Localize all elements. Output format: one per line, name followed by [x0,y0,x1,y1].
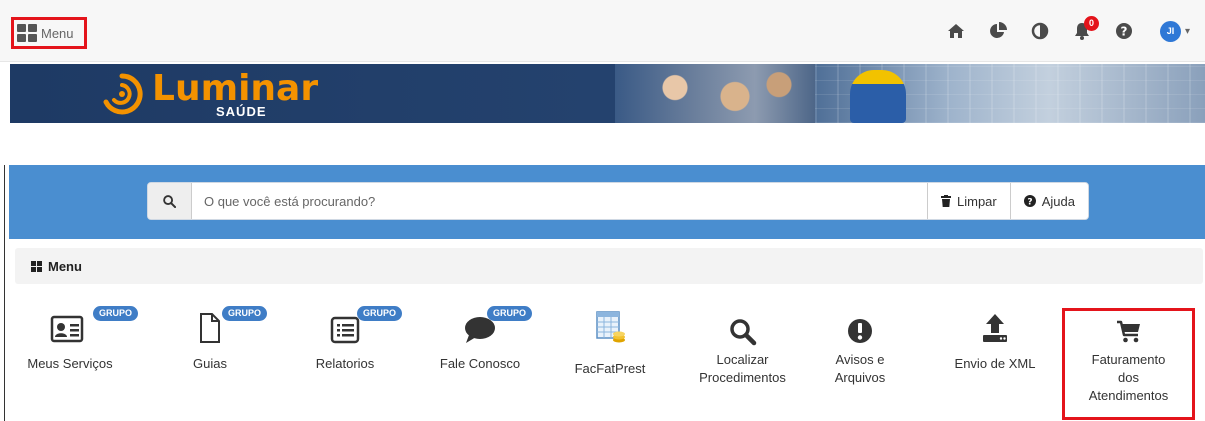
highlight-frame [1062,308,1195,420]
help-icon: ? [1116,23,1132,39]
svg-text:?: ? [1027,198,1032,208]
search-icon [729,319,756,346]
notification-count-badge: 0 [1084,16,1099,31]
banner-photo-worker [850,70,906,123]
id-card-icon [50,315,84,343]
menu-toggle-label: Menu [41,25,74,41]
home-button[interactable] [935,11,977,51]
menu-item-localizar-procedimentos[interactable]: Localizar Procedimentos [685,306,800,420]
search-bar: Limpar ? Ajuda [147,182,1089,220]
top-navbar: Menu 0 ? JI ▾ [0,0,1205,62]
menu-item-envio-de-xml[interactable]: Envio de XML [940,306,1050,420]
home-icon [948,24,964,38]
brand-logo: Luminar SAÚDE [98,68,318,120]
brand-subtitle: SAÚDE [216,104,267,119]
notifications-button[interactable]: 0 [1061,11,1103,51]
menu-section-title: Menu [48,258,82,274]
grupo-badge: GRUPO [93,306,139,321]
contrast-button[interactable] [1019,11,1061,51]
grupo-badge: GRUPO [357,306,403,321]
menu-toggle-button[interactable]: Menu [11,17,87,49]
search-input[interactable] [192,183,927,219]
menu-item-label: FacFatPrest [574,361,646,376]
banner-photo-people [615,64,815,123]
grupo-badge: GRUPO [222,306,268,321]
menu-section-header: Menu [15,248,1203,284]
contrast-icon [1031,22,1049,40]
menu-item-meus-servicos[interactable]: GRUPO Meus Serviços [15,306,139,420]
spreadsheet-coins-icon [596,311,625,343]
left-divider [4,165,5,421]
menu-item-label-line2: Arquivos [834,370,886,385]
svg-text:?: ? [1121,25,1128,39]
navbar-icons: 0 ? JI ▾ [935,0,1205,62]
trash-icon [941,195,951,207]
help-search-label: Ajuda [1041,193,1075,209]
search-panel: Limpar ? Ajuda [9,165,1205,239]
exclamation-icon [848,319,872,343]
chevron-down-icon: ▾ [1184,25,1191,37]
brand-name: Luminar [152,68,319,109]
menu-item-label: Relatorios [315,356,375,371]
pie-chart-icon [990,22,1007,38]
header-banner: Luminar SAÚDE [10,64,1205,123]
grupo-badge: GRUPO [487,306,533,321]
clear-button[interactable]: Limpar [927,183,1010,219]
file-icon [200,313,220,343]
menu-item-avisos-e-arquivos[interactable]: Avisos e Arquivos [810,306,910,420]
menu-item-fale-conosco[interactable]: GRUPO Fale Conosco [425,306,535,420]
menu-item-label-line2: Procedimentos [699,370,786,385]
menu-item-label-line1: Localizar [716,352,769,367]
menu-item-guias[interactable]: GRUPO Guias [160,306,268,420]
menu-item-label-line1: Avisos e [835,352,885,367]
question-circle-icon: ? [1023,195,1036,208]
menu-item-facfatprest[interactable]: FacFatPrest [555,306,665,420]
help-search-button[interactable]: ? Ajuda [1009,183,1088,219]
user-menu-button[interactable]: JI ▾ [1145,11,1205,51]
user-avatar: JI [1159,20,1181,42]
help-button[interactable]: ? [1103,11,1145,51]
menu-item-label: Guias [193,356,227,371]
grid-icon [17,24,37,42]
search-icon [163,194,176,208]
menu-item-label: Fale Conosco [439,356,521,371]
dashboard-button[interactable] [977,11,1019,51]
menu-item-label: Envio de XML [954,356,1036,371]
luminar-logo-icon [103,73,143,115]
upload-icon [983,314,1007,342]
list-alt-icon [330,316,360,344]
grid-icon [31,260,42,272]
search-addon[interactable] [148,183,192,219]
menu-item-relatorios[interactable]: GRUPO Relatorios [295,306,403,420]
brand-wordmark: Luminar SAÚDE [152,68,318,120]
user-initials: JI [1166,26,1175,36]
clear-button-label: Limpar [957,193,997,209]
menu-item-label: Meus Serviços [27,356,113,371]
